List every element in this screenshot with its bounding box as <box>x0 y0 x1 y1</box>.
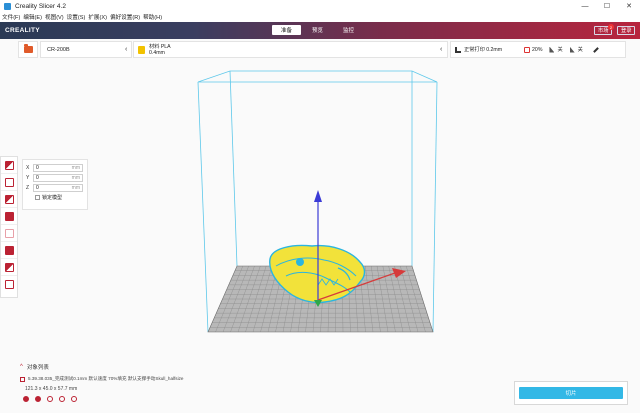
chevron-left-icon: ‹ <box>440 46 443 53</box>
object-tools <box>20 396 280 402</box>
y-label: Y <box>26 174 30 181</box>
profile-icon <box>455 46 461 53</box>
object-name: 5.39.38.035_完成测试0.1mm 默认速度 70%填充 默认支撑手动S… <box>28 376 184 381</box>
header-band: CREALITY 准备 预览 监控 市场 2 登录 <box>0 22 640 39</box>
profile-name: 正常打印 0.2mm <box>464 47 503 53</box>
scale-tool-button[interactable] <box>1 174 17 191</box>
tab-prepare[interactable]: 准备 <box>272 25 301 35</box>
material-selector[interactable]: 材料 PLA 0.4mm ‹ <box>133 41 448 58</box>
chevron-up-icon: ^ <box>20 364 23 370</box>
support-blocker-icon <box>4 245 14 255</box>
menu-help[interactable]: 帮助(H) <box>143 13 162 21</box>
x-unit: mm <box>71 164 80 171</box>
tab-monitor[interactable]: 监控 <box>334 25 363 35</box>
slice-button[interactable]: 切片 <box>519 387 623 399</box>
view-front-icon[interactable] <box>35 396 41 402</box>
cut-tool-button[interactable] <box>1 276 17 293</box>
window-controls: — ☐ ✕ <box>574 0 640 12</box>
mirror-tool-button[interactable] <box>1 208 17 225</box>
menu-view[interactable]: 视图(V) <box>45 13 64 21</box>
lock-model-label: 锁定模型 <box>42 195 63 201</box>
list-item[interactable]: 5.39.38.035_完成测试0.1mm 默认速度 70%填充 默认支撑手动S… <box>20 376 280 382</box>
move-icon <box>4 160 14 170</box>
folder-icon <box>23 44 33 53</box>
support-value: 关 <box>557 47 563 53</box>
close-button[interactable]: ✕ <box>618 0 640 12</box>
main-toolbar: CR-200B ‹ 材料 PLA 0.4mm ‹ 正常打印 0.2mm 20% … <box>0 39 640 60</box>
slice-panel: 切片 <box>514 381 628 405</box>
view-left-icon[interactable] <box>59 396 65 402</box>
printer-selector[interactable]: CR-200B ‹ <box>40 41 132 58</box>
mirror-icon <box>4 211 14 221</box>
x-input[interactable]: 0 mm <box>33 163 83 172</box>
maximize-button[interactable]: ☐ <box>596 0 618 12</box>
view-top-icon[interactable] <box>47 396 53 402</box>
axis-arrows <box>314 190 406 307</box>
view-3d-icon[interactable] <box>23 396 29 402</box>
tab-preview[interactable]: 预览 <box>303 25 332 35</box>
move-panel: X 0 mm Y 0 mm Z 0 mm 锁定模型 <box>22 159 88 210</box>
y-unit: mm <box>71 174 80 181</box>
lock-model-option[interactable]: 锁定模型 <box>26 194 84 201</box>
view-right-icon[interactable] <box>71 396 77 402</box>
object-icon <box>20 376 25 382</box>
window-title: Creality Slicer 4.2 <box>15 2 66 10</box>
infill-value: 20% <box>532 46 543 53</box>
y-value: 0 <box>36 174 39 181</box>
build-volume-scene <box>197 70 438 333</box>
z-value: 0 <box>36 184 39 191</box>
object-list-toggle[interactable]: ^ 对象列表 <box>20 363 280 371</box>
object-list-title: 对象列表 <box>26 365 49 371</box>
scale-icon <box>4 177 14 187</box>
menu-bar: 文件(F) 编辑(E) 视图(V) 设置(S) 扩展(X) 偏好设置(R) 帮助… <box>0 12 640 22</box>
open-file-button[interactable] <box>18 41 38 58</box>
rotate-icon <box>4 194 14 204</box>
adhesion-icon <box>569 46 575 53</box>
pencil-icon[interactable] <box>593 46 599 53</box>
title-bar: Creality Slicer 4.2 — ☐ ✕ <box>0 0 640 12</box>
creality-logo: CREALITY <box>5 27 40 34</box>
menu-extensions[interactable]: 扩展(X) <box>88 13 107 21</box>
build-plate <box>207 265 434 333</box>
app-icon <box>4 2 11 10</box>
lay-flat-icon <box>4 262 14 272</box>
chevron-left-icon: ‹ <box>125 46 128 53</box>
skull-model <box>269 244 366 304</box>
z-input[interactable]: 0 mm <box>33 183 83 192</box>
stage-tabs: 准备 预览 监控 <box>272 25 365 35</box>
cut-icon <box>4 280 14 289</box>
build-volume-outline <box>197 70 438 333</box>
left-tool-column <box>0 156 18 298</box>
menu-edit[interactable]: 编辑(E) <box>23 13 42 21</box>
settings-icon <box>4 228 14 238</box>
object-list: ^ 对象列表 5.39.38.035_完成测试0.1mm 默认速度 70%填充 … <box>20 363 280 409</box>
notification-badge: 2 <box>608 24 614 30</box>
adhesion-value: 关 <box>577 47 583 53</box>
lay-flat-button[interactable] <box>1 259 17 276</box>
z-unit: mm <box>71 184 80 191</box>
move-tool-button[interactable] <box>1 157 17 174</box>
z-label: Z <box>26 184 30 191</box>
nozzle-size: 0.4mm <box>149 49 165 56</box>
infill-icon <box>524 46 531 53</box>
menu-preferences[interactable]: 偏好设置(R) <box>110 13 140 21</box>
x-value: 0 <box>36 164 39 171</box>
3d-viewport[interactable] <box>0 0 640 413</box>
menu-settings[interactable]: 设置(S) <box>67 13 86 21</box>
minimize-button[interactable]: — <box>574 0 596 12</box>
lock-model-checkbox[interactable] <box>35 195 40 200</box>
support-icon <box>549 46 555 53</box>
y-input[interactable]: 0 mm <box>33 173 83 182</box>
rotate-tool-button[interactable] <box>1 191 17 208</box>
per-model-settings-button[interactable] <box>1 225 17 242</box>
login-button[interactable]: 登录 <box>617 26 636 35</box>
printer-name: CR-200B <box>47 46 70 53</box>
menu-file[interactable]: 文件(F) <box>2 13 20 21</box>
support-blocker-button[interactable] <box>1 242 17 259</box>
print-settings-selector[interactable]: 正常打印 0.2mm 20% 关 关 <box>450 41 626 58</box>
x-label: X <box>26 164 30 171</box>
object-dimensions: 121.3 x 45.0 x 57.7 mm <box>25 386 78 392</box>
extruder-icon <box>138 45 145 54</box>
